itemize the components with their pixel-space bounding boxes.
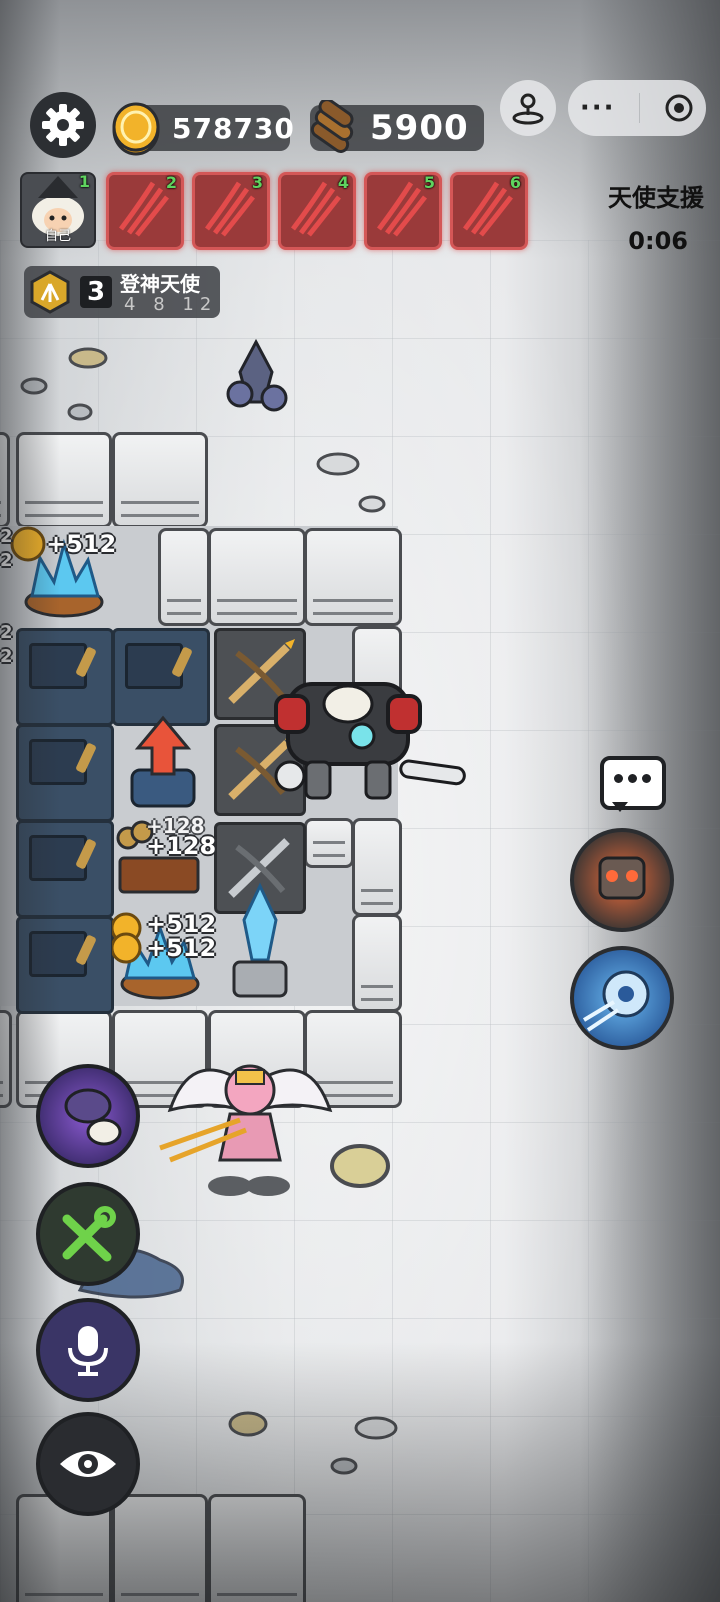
voice-button[interactable] xyxy=(36,1298,140,1402)
bond-level: 12 xyxy=(182,294,218,315)
close-target-icon[interactable] xyxy=(664,93,694,123)
bond-level: 4 xyxy=(124,294,142,315)
player-card-enemy[interactable]: 5 xyxy=(364,172,442,250)
wood-logs-icon xyxy=(310,100,354,153)
chat-button[interactable] xyxy=(600,756,666,812)
player-card-enemy[interactable]: 2 xyxy=(106,172,184,250)
eye-icon xyxy=(60,1451,116,1477)
settings-button[interactable] xyxy=(30,92,96,158)
support-title: 天使支援 xyxy=(608,184,704,212)
player-number: 4 xyxy=(337,173,349,192)
angel-support-panel: 天使支援 0:06 xyxy=(608,178,704,255)
player-number: 3 xyxy=(251,173,263,192)
player-number: 1 xyxy=(78,172,90,191)
chainsaw-robot[interactable] xyxy=(268,674,472,814)
bond-count: 3 xyxy=(80,276,112,308)
player-number: 5 xyxy=(423,173,435,192)
view-button[interactable] xyxy=(36,1412,140,1516)
saw-blade-skill-button[interactable] xyxy=(570,946,674,1050)
wall-pillar xyxy=(158,528,210,626)
build-tools-icon xyxy=(62,1206,116,1262)
robot-skill-button[interactable] xyxy=(570,828,674,932)
workshop-tile[interactable] xyxy=(112,628,210,726)
angel-emblem-icon xyxy=(30,270,70,314)
bond-level: 8 xyxy=(153,294,171,315)
more-icon[interactable]: ··· xyxy=(580,93,616,123)
bond-levels: 4 8 12 xyxy=(124,294,217,315)
angel-hero[interactable] xyxy=(150,1040,350,1200)
player-number: 6 xyxy=(509,173,521,192)
self-label: 自己 xyxy=(44,229,71,244)
gold-amount: 578730 xyxy=(172,111,295,145)
player-card-enemy[interactable]: 3 xyxy=(192,172,270,250)
joystick-icon xyxy=(512,93,544,125)
wolf-skill-button[interactable] xyxy=(36,1064,140,1168)
crystal-cluster xyxy=(226,338,288,412)
mini-program-capsule: ··· xyxy=(568,80,706,136)
joystick-button[interactable] xyxy=(500,80,556,136)
chat-icon xyxy=(614,774,651,783)
gain-label: +128 xyxy=(146,832,217,860)
wall-pillar xyxy=(304,818,354,868)
wall-pillar xyxy=(352,818,402,916)
microphone-icon xyxy=(68,1326,108,1376)
synergy-bond[interactable]: 3 登神天使 4 8 12 xyxy=(24,266,220,318)
bond-name: 登神天使 xyxy=(120,272,200,296)
wall-corner xyxy=(112,432,208,528)
saw-blade-skill-icon xyxy=(582,970,650,1032)
wall-pillar xyxy=(352,914,402,1012)
crystal-pedestal[interactable] xyxy=(220,880,300,1004)
wall-corner xyxy=(304,528,402,626)
gold-coin-icon xyxy=(112,102,160,156)
build-button[interactable] xyxy=(36,1182,140,1286)
gain-label: +512 xyxy=(146,934,217,962)
upgrade-turret[interactable] xyxy=(118,714,208,818)
gear-icon xyxy=(42,104,84,146)
wood-amount: 5900 xyxy=(370,108,469,148)
robot-skill-icon xyxy=(598,856,646,900)
player-number: 2 xyxy=(165,173,177,192)
player-card-enemy[interactable]: 4 xyxy=(278,172,356,250)
player-card-enemy[interactable]: 6 xyxy=(450,172,528,250)
wolf-sheep-skill-icon xyxy=(64,1088,122,1146)
support-timer: 0:06 xyxy=(628,227,688,255)
player-card-self[interactable]: 1 自己 xyxy=(20,172,96,248)
wall-block xyxy=(208,528,306,626)
capsule-divider xyxy=(639,93,641,123)
